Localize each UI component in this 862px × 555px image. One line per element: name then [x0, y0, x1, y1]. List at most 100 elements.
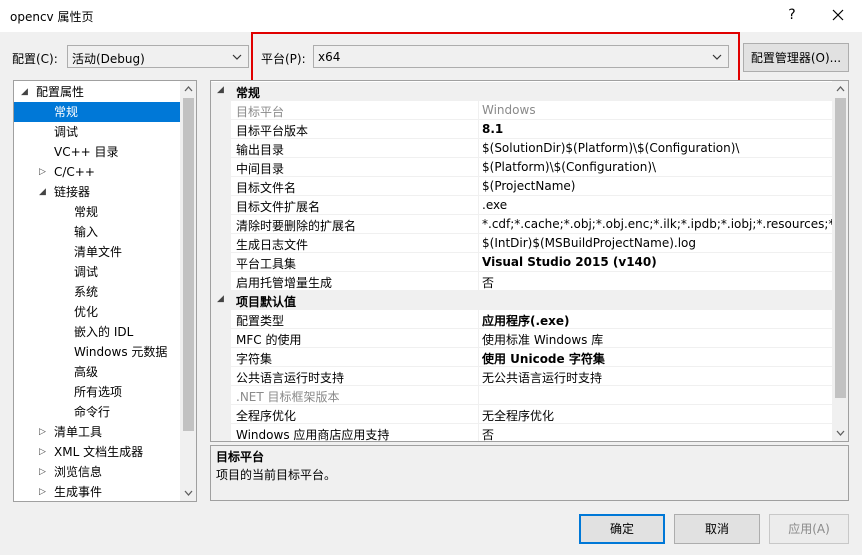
tree-item[interactable]: 输入 — [14, 222, 180, 242]
apply-button[interactable]: 应用(A) — [769, 514, 849, 544]
tree-scroll-thumb[interactable] — [183, 98, 194, 431]
scroll-up-icon[interactable] — [180, 81, 197, 97]
property-tree[interactable]: ◢ 配置属性 常规 调试 VC++ 目录 ▷ C/C++ ◢ 链接器 常规 输入 清单文件 调试 系统 优化… — [13, 80, 197, 502]
tree-item[interactable]: 清单文件 — [14, 242, 180, 262]
column-separator[interactable] — [478, 386, 479, 405]
collapse-icon[interactable]: ◢ — [217, 85, 224, 95]
config-manager-button[interactable]: 配置管理器(O)... — [743, 43, 849, 72]
tree-item[interactable]: Windows 元数据 — [14, 342, 180, 362]
expand-icon[interactable]: ▷ — [39, 422, 46, 442]
property-row[interactable]: .NET 目标框架版本 — [211, 386, 833, 405]
expand-icon[interactable]: ▷ — [39, 482, 46, 501]
property-value[interactable]: .exe — [482, 198, 832, 212]
config-combo[interactable]: 活动(Debug) — [67, 45, 249, 68]
property-row[interactable]: 公共语言运行时支持 无公共语言运行时支持 — [211, 367, 833, 386]
tree-item[interactable]: 高级 — [14, 362, 180, 382]
column-separator[interactable] — [478, 367, 479, 386]
collapse-icon[interactable]: ◢ — [39, 182, 46, 202]
property-row[interactable]: 目标平台版本 8.1 — [211, 120, 833, 139]
column-separator[interactable] — [478, 234, 479, 253]
property-value[interactable]: 无全程序优化 — [482, 407, 832, 424]
property-row[interactable]: 生成日志文件 $(IntDir)$(MSBuildProjectName).log — [211, 234, 833, 253]
property-row[interactable]: 字符集 使用 Unicode 字符集 — [211, 348, 833, 367]
column-separator[interactable] — [478, 120, 479, 139]
tree-item[interactable]: 系统 — [14, 282, 180, 302]
property-value[interactable]: Windows — [482, 103, 832, 117]
cancel-button[interactable]: 取消 — [674, 514, 760, 544]
expand-icon[interactable]: ▷ — [39, 442, 46, 462]
column-separator[interactable] — [478, 310, 479, 329]
expand-icon[interactable]: ▷ — [39, 462, 46, 482]
property-value[interactable]: 无公共语言运行时支持 — [482, 369, 832, 386]
column-separator[interactable] — [478, 139, 479, 158]
property-value[interactable]: 否 — [482, 426, 832, 441]
property-row[interactable]: 平台工具集 Visual Studio 2015 (v140) — [211, 253, 833, 272]
column-separator[interactable] — [478, 196, 479, 215]
tree-item[interactable]: 调试 — [14, 122, 180, 142]
property-value[interactable]: $(SolutionDir)$(Platform)\$(Configuratio… — [482, 141, 832, 155]
property-value[interactable]: 使用标准 Windows 库 — [482, 331, 832, 348]
property-row[interactable]: MFC 的使用 使用标准 Windows 库 — [211, 329, 833, 348]
tree-item[interactable]: 嵌入的 IDL — [14, 322, 180, 342]
tree-item[interactable]: VC++ 目录 — [14, 142, 180, 162]
expand-icon[interactable]: ▷ — [39, 162, 46, 182]
column-separator[interactable] — [478, 329, 479, 348]
column-separator[interactable] — [478, 272, 479, 291]
tree-item[interactable]: ▷ C/C++ — [14, 162, 180, 182]
tree-item[interactable]: ▷ 清单工具 — [14, 422, 180, 442]
column-separator[interactable] — [478, 424, 479, 441]
help-button[interactable]: ? — [780, 3, 804, 27]
column-separator[interactable] — [478, 405, 479, 424]
column-separator[interactable] — [478, 215, 479, 234]
property-value[interactable]: 否 — [482, 274, 832, 291]
property-row[interactable]: 配置类型 应用程序(.exe) — [211, 310, 833, 329]
grid-scroll-thumb[interactable] — [835, 98, 846, 398]
category-general[interactable]: ◢ 常规 — [211, 82, 833, 101]
platform-combo[interactable]: x64 — [313, 45, 729, 68]
column-separator[interactable] — [478, 253, 479, 272]
tree-item[interactable]: 常规 — [14, 202, 180, 222]
property-value[interactable]: $(ProjectName) — [482, 179, 832, 193]
tree-item[interactable]: ◢ 配置属性 — [14, 82, 180, 102]
property-value[interactable]: *.cdf;*.cache;*.obj;*.obj.enc;*.ilk;*.ip… — [482, 217, 832, 231]
property-value[interactable]: $(IntDir)$(MSBuildProjectName).log — [482, 236, 832, 250]
property-row[interactable]: Windows 应用商店应用支持 否 — [211, 424, 833, 441]
column-separator[interactable] — [478, 177, 479, 196]
property-grid[interactable]: ◢ 常规 目标平台 Windows 目标平台版本 8.1 输出目录 $(SolutionD… — [210, 80, 849, 442]
column-separator[interactable] — [478, 348, 479, 367]
tree-item[interactable]: 调试 — [14, 262, 180, 282]
property-value[interactable]: Visual Studio 2015 (v140) — [482, 255, 832, 269]
tree-item[interactable]: 所有选项 — [14, 382, 180, 402]
property-value[interactable]: 应用程序(.exe) — [482, 312, 832, 329]
tree-item[interactable]: 命令行 — [14, 402, 180, 422]
ok-button[interactable]: 确定 — [579, 514, 665, 544]
property-row[interactable]: 全程序优化 无全程序优化 — [211, 405, 833, 424]
property-row[interactable]: 启用托管增量生成 否 — [211, 272, 833, 291]
property-row[interactable]: 中间目录 $(Platform)\$(Configuration)\ — [211, 158, 833, 177]
column-separator[interactable] — [478, 158, 479, 177]
tree-scrollbar[interactable] — [180, 81, 197, 501]
tree-item[interactable]: 优化 — [14, 302, 180, 322]
collapse-icon[interactable]: ◢ — [21, 82, 28, 102]
tree-item[interactable]: ▷ 浏览信息 — [14, 462, 180, 482]
category-defaults[interactable]: ◢ 项目默认值 — [211, 291, 833, 310]
property-row[interactable]: 目标文件扩展名 .exe — [211, 196, 833, 215]
column-separator[interactable] — [478, 101, 479, 120]
property-value[interactable]: 8.1 — [482, 122, 832, 136]
collapse-icon[interactable]: ◢ — [217, 294, 224, 304]
property-row[interactable]: 目标文件名 $(ProjectName) — [211, 177, 833, 196]
tree-item[interactable]: ▷ 生成事件 — [14, 482, 180, 501]
property-row[interactable]: 输出目录 $(SolutionDir)$(Platform)\$(Configur… — [211, 139, 833, 158]
property-value[interactable]: $(Platform)\$(Configuration)\ — [482, 160, 832, 174]
scroll-down-icon[interactable] — [832, 425, 849, 441]
scroll-up-icon[interactable] — [832, 81, 849, 97]
close-button[interactable] — [826, 3, 850, 27]
property-value[interactable]: 使用 Unicode 字符集 — [482, 350, 832, 367]
property-row[interactable]: 目标平台 Windows — [211, 101, 833, 120]
scroll-down-icon[interactable] — [180, 485, 197, 501]
grid-scrollbar[interactable] — [832, 81, 849, 441]
tree-item[interactable]: ▷ XML 文档生成器 — [14, 442, 180, 462]
tree-item[interactable]: ◢ 链接器 — [14, 182, 180, 202]
tree-item[interactable]: 常规 — [14, 102, 180, 122]
property-row[interactable]: 清除时要删除的扩展名 *.cdf;*.cache;*.obj;*.obj.enc;… — [211, 215, 833, 234]
